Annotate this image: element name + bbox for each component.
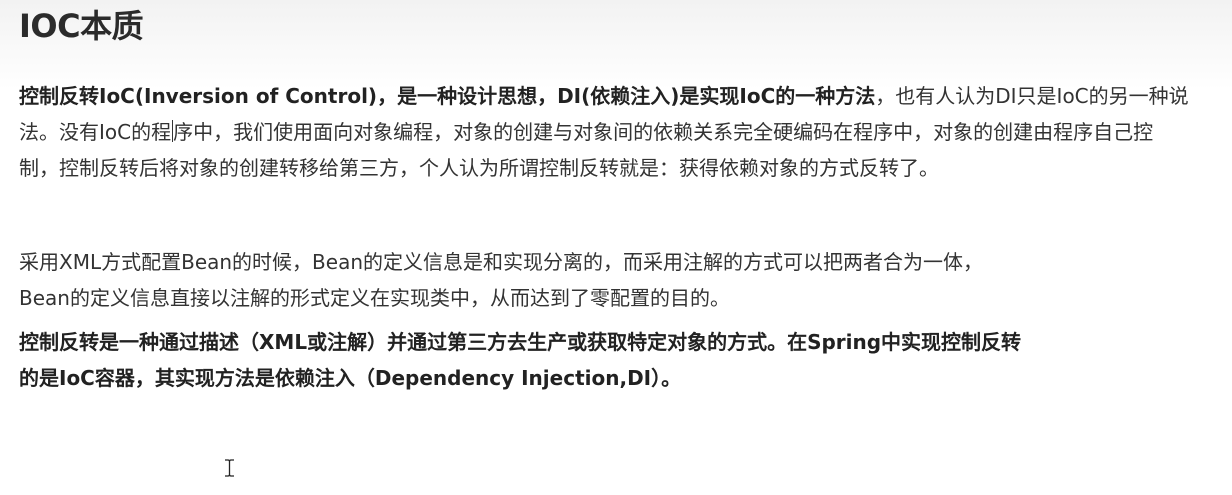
ioc-summary-line1: 控制反转是一种通过描述（XML或注解）并通过第三方去生产或获取特定对象的方式。在… [19, 330, 1022, 354]
ioc-definition-text-part2: 序中，我们使用面向对象编程，对象的创建与对象间的依赖关系完全硬编码在程序中，对象… [19, 120, 1154, 180]
ibeam-cursor-icon [225, 459, 234, 477]
xml-annotation-line1: 采用XML方式配置Bean的时候，Bean的定义信息是和实现分离的，而采用注解的… [19, 250, 984, 274]
document-page: IOC本质 控制反转IoC(Inversion of Control)，是一种设… [0, 0, 1232, 495]
paragraph-xml-annotation[interactable]: 采用XML方式配置Bean的时候，Bean的定义信息是和实现分离的，而采用注解的… [19, 244, 1192, 316]
paragraph-ioc-summary[interactable]: 控制反转是一种通过描述（XML或注解）并通过第三方去生产或获取特定对象的方式。在… [19, 324, 1192, 396]
page-title: IOC本质 [19, 7, 144, 45]
xml-annotation-line2: Bean的定义信息直接以注解的形式定义在实现类中，从而达到了零配置的目的。 [19, 286, 730, 310]
paragraph-ioc-definition[interactable]: 控制反转IoC(Inversion of Control)，是一种设计思想，DI… [19, 78, 1192, 186]
ioc-summary-line2: 的是IoC容器，其实现方法是依赖注入（Dependency Injection,… [19, 366, 682, 390]
ioc-definition-bold-lead: 控制反转IoC(Inversion of Control)，是一种设计思想，DI… [19, 84, 876, 108]
